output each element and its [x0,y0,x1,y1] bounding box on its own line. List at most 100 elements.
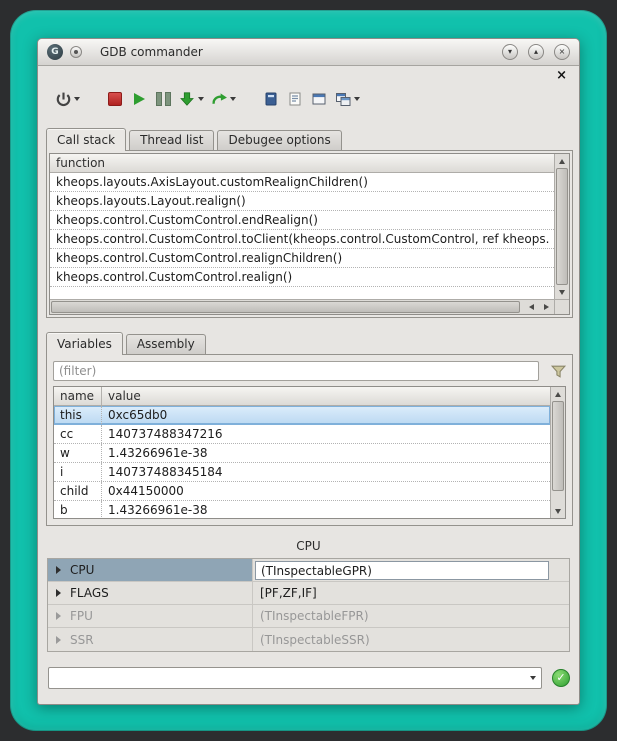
dropdown-caret-icon[interactable] [198,97,204,101]
step-over-button[interactable] [210,87,236,111]
shade-button[interactable]: ▾ [502,44,518,60]
table-row[interactable]: kheops.layouts.AxisLayout.customRealignC… [50,173,554,192]
table-row[interactable]: kheops.layouts.Layout.realign() [50,192,554,211]
column-header-function[interactable]: function [50,156,105,170]
dropdown-caret-icon[interactable] [74,97,80,101]
call-stack-panel: function kheops.layouts.AxisLayout.custo… [46,150,573,318]
scrollbar-thumb[interactable] [51,301,520,313]
cpu-inspector: CPU (TInspectableGPR) FLAGS [PF,ZF,IF] [47,558,570,652]
expander-icon[interactable] [56,612,61,620]
register-group-label: FPU [70,609,93,623]
filter-input[interactable] [53,361,539,381]
cpu-value-cell: [PF,ZF,IF] [253,582,569,604]
variable-name: child [54,482,102,500]
cpu-row-flags[interactable]: FLAGS [PF,ZF,IF] [48,582,569,605]
cpu-row-fpu[interactable]: FPU (TInspectableFPR) [48,605,569,628]
table-row[interactable]: kheops.control.CustomControl.realign() [50,268,554,287]
vertical-scrollbar[interactable] [550,387,565,518]
command-combobox[interactable] [48,667,542,689]
show-window-button[interactable] [310,87,328,111]
register-group-label: SSR [70,633,94,647]
variable-value: 0x44150000 [102,482,550,500]
scroll-right-icon[interactable] [539,300,553,314]
panel-close-button[interactable]: × [556,69,567,83]
cpu-group-title: CPU [47,536,570,556]
cpu-row-ssr[interactable]: SSR (TInspectableSSR) [48,628,569,651]
play-icon [134,93,145,105]
unshade-button[interactable]: ▴ [528,44,544,60]
variable-value: 140737488347216 [102,425,550,443]
power-icon [54,87,72,111]
step-into-button[interactable] [178,87,204,111]
filter-button[interactable] [548,361,568,381]
scroll-down-icon[interactable] [551,504,565,518]
column-header-name[interactable]: name [54,387,102,405]
titlebar[interactable]: G GDB commander ▾ ▴ × [38,39,579,66]
cpu-value-cell: (TInspectableFPR) [253,605,569,627]
expander-icon[interactable] [56,589,61,597]
command-input[interactable] [49,668,523,688]
pause-icon [156,92,171,106]
scroll-left-icon[interactable] [524,300,538,314]
horizontal-scrollbar[interactable] [50,299,554,314]
expander-icon[interactable] [56,566,61,574]
scrollbar-thumb[interactable] [552,401,564,491]
table-row[interactable]: b 1.43266961e-38 [54,501,550,518]
sticky-button[interactable] [70,46,82,58]
tab-variables[interactable]: Variables [46,332,123,355]
scroll-up-icon[interactable] [555,154,569,168]
cpu-name-cell: CPU [48,559,253,581]
power-button[interactable] [54,87,80,111]
tab-thread-list[interactable]: Thread list [129,130,214,150]
table-row[interactable]: i 140737488345184 [54,463,550,482]
cpu-value-editor[interactable]: (TInspectableGPR) [255,561,549,580]
table-row[interactable]: child 0x44150000 [54,482,550,501]
variable-value: 0xc65db0 [102,406,550,424]
inspect-tabs: Variables Assembly [46,331,209,354]
scroll-up-icon[interactable] [551,387,565,401]
dropdown-arrow-icon [530,676,536,680]
scrollbar-corner [554,299,569,314]
scrollbar-thumb[interactable] [556,168,568,285]
pause-button[interactable] [154,87,172,111]
cpu-name-cell: FLAGS [48,582,253,604]
scroll-down-icon[interactable] [555,285,569,299]
cpu-row-cpu[interactable]: CPU (TInspectableGPR) [48,559,569,582]
window-list-button[interactable] [334,87,360,111]
screen-frame: G GDB commander ▾ ▴ × × [10,10,607,731]
dropdown-arrow-button[interactable] [523,668,541,688]
tab-assembly[interactable]: Assembly [126,334,206,354]
dropdown-caret-icon[interactable] [230,97,236,101]
tab-call-stack[interactable]: Call stack [46,128,126,151]
table-row[interactable]: kheops.control.CustomControl.toClient(kh… [50,230,554,249]
close-button[interactable]: × [554,44,570,60]
notes-button[interactable] [262,87,280,111]
debug-tabs: Call stack Thread list Debugee options [46,127,345,150]
variable-value: 1.43266961e-38 [102,501,550,518]
table-row[interactable]: w 1.43266961e-38 [54,444,550,463]
table-row[interactable]: kheops.control.CustomControl.realignChil… [50,249,554,268]
output-button[interactable] [286,87,304,111]
expander-icon[interactable] [56,636,61,644]
app-icon[interactable]: G [47,44,63,60]
dropdown-caret-icon[interactable] [354,97,360,101]
variables-header: name value [54,387,550,406]
table-row[interactable]: this 0xc65db0 [54,406,550,425]
variable-value: 140737488345184 [102,463,550,481]
vertical-scrollbar[interactable] [554,154,569,299]
table-row[interactable]: cc 140737488347216 [54,425,550,444]
toolbar [54,84,366,114]
cpu-groupbox: CPU CPU (TInspectableGPR) [47,536,570,654]
window-content: × [38,66,579,704]
stop-button[interactable] [106,87,124,111]
column-header-value[interactable]: value [102,389,141,403]
variable-name: w [54,444,102,462]
step-into-icon [178,87,196,111]
cpu-value-cell: (TInspectableGPR) [253,559,569,581]
ok-button[interactable]: ✓ [552,669,570,687]
table-row[interactable]: kheops.control.CustomControl.endRealign(… [50,211,554,230]
run-button[interactable] [130,87,148,111]
variable-name: cc [54,425,102,443]
tab-debugee-options[interactable]: Debugee options [217,130,341,150]
variables-rows: this 0xc65db0 cc 140737488347216 w 1.432… [54,406,550,518]
